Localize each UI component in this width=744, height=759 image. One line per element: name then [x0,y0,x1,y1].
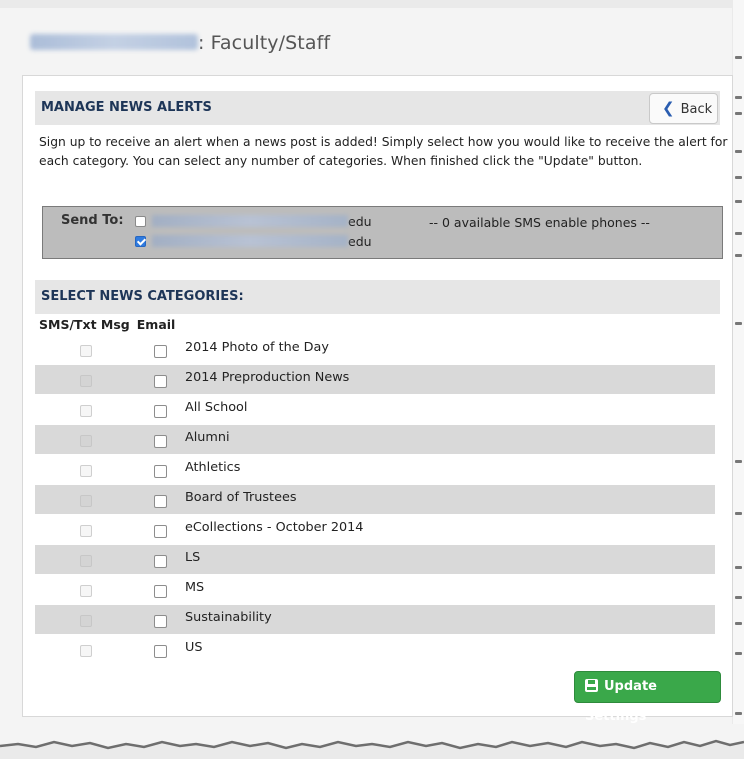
chevron-left-icon: ❮ [662,99,675,117]
sms-column-header: SMS/Txt Msg [39,317,130,332]
sms-checkbox [80,405,92,417]
back-button[interactable]: ❮ Back [649,93,718,124]
email-checkbox[interactable] [154,525,167,538]
category-row: Sustainability [35,605,715,634]
category-row: US [35,635,715,664]
right-edge-strip [733,0,744,740]
redacted-email [152,235,348,247]
category-label: MS [185,580,205,595]
intro-text: Sign up to receive an alert when a news … [39,135,728,168]
floppy-disk-icon [585,679,598,692]
category-row: Board of Trustees [35,485,715,514]
category-row: 2014 Preproduction News [35,365,715,394]
sms-checkbox [80,645,92,657]
send-to-email-checkbox-2[interactable] [135,236,146,247]
redacted-user-name [30,34,198,50]
category-label: Board of Trustees [185,490,297,505]
category-label: US [185,640,203,655]
email-domain: edu [348,214,372,229]
send-to-label: Send To: [61,213,124,228]
manage-news-alerts-title: MANAGE NEWS ALERTS [41,100,212,115]
send-to-email-checkbox-1[interactable] [135,216,146,227]
category-label: 2014 Preproduction News [185,370,350,385]
category-row: 2014 Photo of the Day [35,335,715,364]
send-to-email-row: edu [135,234,372,252]
category-row: All School [35,395,715,424]
category-row: MS [35,575,715,604]
email-checkbox[interactable] [154,435,167,448]
email-domain: edu [348,234,372,249]
email-checkbox[interactable] [154,375,167,388]
category-label: LS [185,550,201,565]
manage-news-alerts-header: MANAGE NEWS ALERTS [35,91,720,125]
sms-checkbox [80,555,92,567]
sms-checkbox [80,585,92,597]
email-checkbox[interactable] [154,615,167,628]
category-row: Athletics [35,455,715,484]
manage-news-alerts-panel: MANAGE NEWS ALERTS ❮ Back Sign up to rece… [22,75,733,724]
sms-phones-note: -- 0 available SMS enable phones -- [429,215,650,230]
category-label: 2014 Photo of the Day [185,340,329,355]
news-categories-header: SELECT NEWS CATEGORIES: [35,280,720,314]
email-checkbox[interactable] [154,345,167,358]
category-label: Athletics [185,460,241,475]
category-label: Alumni [185,430,230,445]
sms-checkbox [80,525,92,537]
sms-checkbox [80,345,92,357]
torn-paper-edge [0,724,744,750]
column-headers: SMS/Txt Msg Email [39,317,182,332]
sms-checkbox [80,435,92,447]
email-checkbox[interactable] [154,555,167,568]
email-checkbox[interactable] [154,585,167,598]
email-checkbox[interactable] [154,645,167,658]
category-row: Alumni [35,425,715,454]
category-label: Sustainability [185,610,272,625]
sms-checkbox [80,615,92,627]
category-row: LS [35,545,715,574]
sms-checkbox [80,375,92,387]
send-to-box: Send To: edu edu -- 0 available SMS enab… [42,206,723,259]
redacted-email [152,215,348,227]
page-title: : Faculty/Staff [30,32,330,54]
email-checkbox[interactable] [154,495,167,508]
back-button-label: Back [680,102,713,117]
category-row: eCollections - October 2014 [35,515,715,544]
send-to-email-row: edu [135,214,372,232]
category-label: All School [185,400,248,415]
email-checkbox[interactable] [154,465,167,478]
email-column-header: Email [136,317,176,332]
sms-checkbox [80,465,92,477]
page-title-suffix: : Faculty/Staff [198,32,331,54]
update-settings-button[interactable]: Update Settings [574,671,721,724]
sms-checkbox [80,495,92,507]
email-checkbox[interactable] [154,405,167,418]
category-label: eCollections - October 2014 [185,520,364,535]
news-categories-title: SELECT NEWS CATEGORIES: [41,289,244,304]
